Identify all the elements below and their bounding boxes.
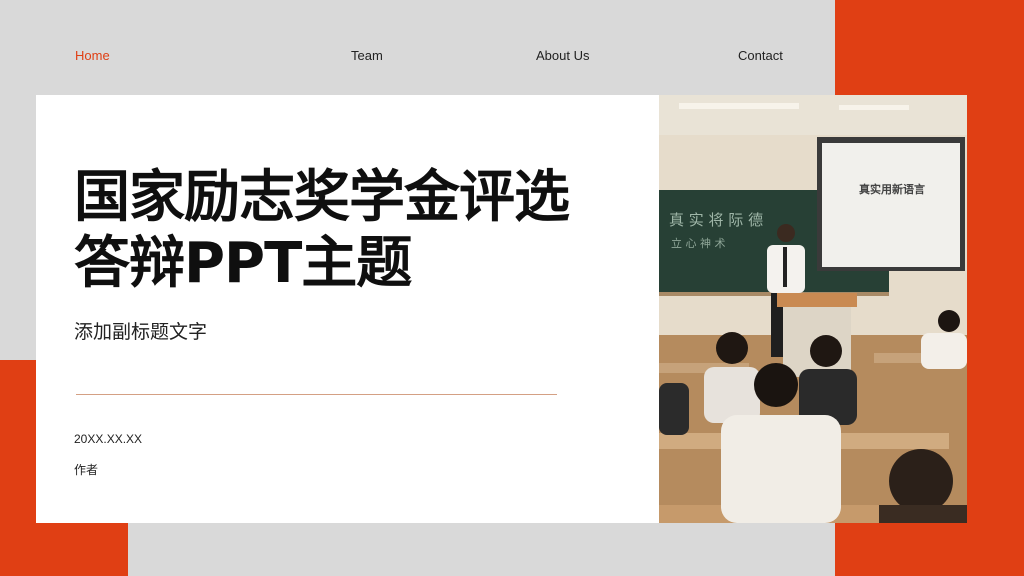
subtitle: 添加副标题文字 [74,322,208,343]
nav-home[interactable]: Home [75,48,110,63]
classroom-illustration: 真 实 将 际 德 立 心 神 术 真实用新语言 [659,95,967,523]
top-navigation: Home Team About Us Contact [0,48,835,68]
svg-text:真 实 将 际 德: 真 实 将 际 德 [669,211,763,229]
divider-line [76,394,557,395]
nav-team[interactable]: Team [351,48,383,63]
page-title: 国家励志奖学金评选 答辩PPT主题 [74,165,634,297]
title-line-1: 国家励志奖学金评选 [74,165,570,230]
projector-text: 真实用新语言 [859,182,925,196]
title-line-2: 答辩PPT主题 [74,231,412,296]
title-card: 国家励志奖学金评选 答辩PPT主题 添加副标题文字 20XX.XX.XX 作者 [36,95,659,523]
author-text: 作者 [74,463,99,477]
classroom-photo: 真 实 将 际 德 立 心 神 术 真实用新语言 [659,95,967,523]
date-text: 20XX.XX.XX [74,432,143,446]
nav-about-us[interactable]: About Us [536,48,589,63]
nav-contact[interactable]: Contact [738,48,783,63]
svg-text:立 心 神 术: 立 心 神 术 [671,236,726,250]
